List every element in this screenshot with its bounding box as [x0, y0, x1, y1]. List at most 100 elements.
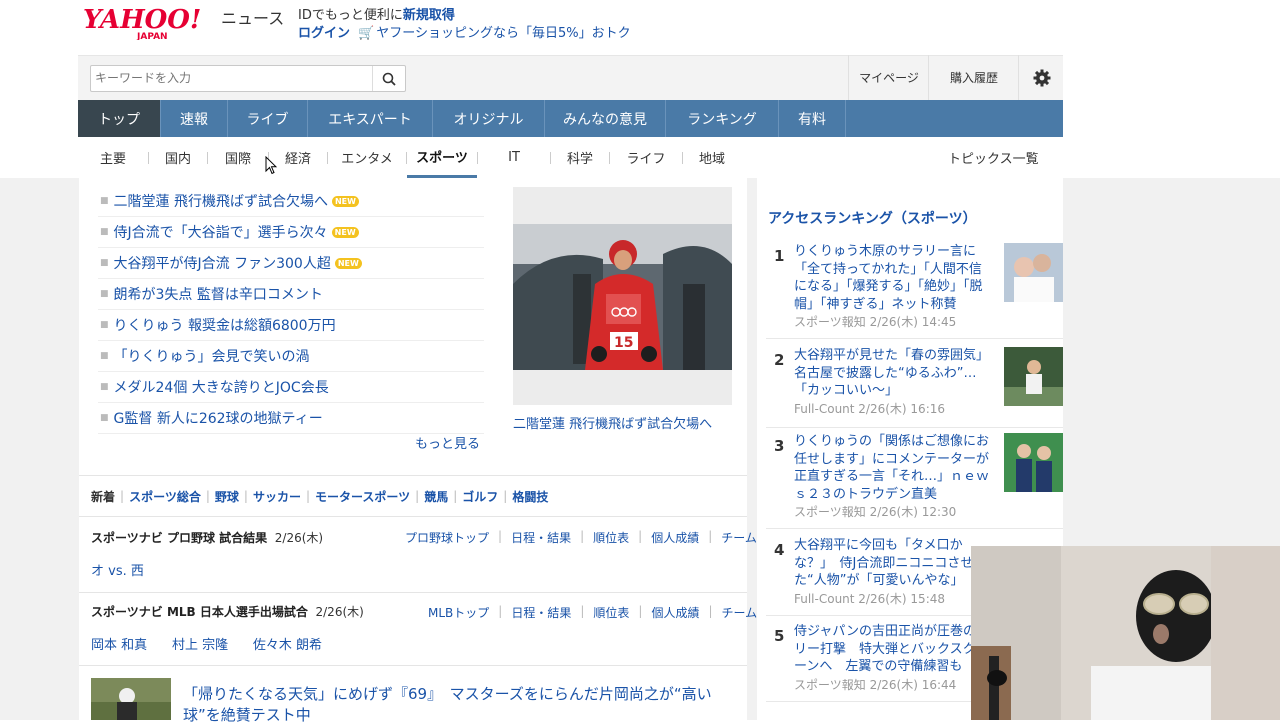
tab-divider: | [120, 489, 125, 503]
ranking-thumbnail[interactable] [1004, 243, 1063, 302]
headline-list: ■ 二階堂蓮 飛行機飛ばず試合欠場へ NEW ■ 侍J合流で「大谷詣で」選手ら次々 NE… [98, 186, 484, 434]
headline-item[interactable]: ■ 「りくりゅう」会見で笑いの渦 [98, 341, 484, 372]
navi-link-schedule[interactable]: 日程・結果 [511, 604, 571, 621]
more-link[interactable]: もっと見る [415, 433, 480, 452]
category-tab-life[interactable]: ライフ [610, 137, 682, 178]
category-tab-world[interactable]: 国際 [208, 137, 268, 178]
sports-tab-golf[interactable]: ゴルフ [462, 488, 498, 505]
main-nav-original[interactable]: オリジナル [433, 100, 545, 137]
headline-item[interactable]: ■ 二階堂蓮 飛行機飛ばず試合欠場へ NEW [98, 186, 484, 217]
ranking-source: Full-Count 2/26(木) 16:16 [794, 402, 946, 416]
headline-item[interactable]: ■ G監督 新人に262球の地獄ティー [98, 403, 484, 434]
headline-text[interactable]: 二階堂蓮 飛行機飛ばず試合欠場へ [114, 191, 328, 211]
headline-text[interactable]: メダル24個 大きな誇りとJOC会長 [114, 377, 329, 397]
sports-tab-baseball[interactable]: 野球 [215, 488, 239, 505]
player-link[interactable]: 佐々木 朗希 [253, 638, 322, 653]
category-tab-sports[interactable]: スポーツ [407, 137, 477, 178]
headline-text[interactable]: りくりゅう 報奨金は総額6800万円 [114, 315, 336, 335]
main-nav: トップ 速報 ライブ エキスパート オリジナル みんなの意見 ランキング 有料 [78, 100, 1063, 137]
main-nav-expert[interactable]: エキスパート [308, 100, 433, 137]
settings-button[interactable] [1018, 55, 1064, 100]
headline-text[interactable]: 大谷翔平が侍J合流 ファン300人超 [114, 253, 331, 273]
feature-photo-caption[interactable]: 二階堂蓮 飛行機飛ばず試合欠場へ [513, 413, 712, 432]
ranking-thumbnail[interactable] [1004, 347, 1063, 406]
link-divider: | [708, 604, 713, 618]
tab-divider: | [305, 489, 310, 503]
ranking-item[interactable]: 2 大谷翔平が見せた「春の雰囲気」名古屋で披露した“ゆるふわ”…「カッコいい～」… [766, 347, 1063, 428]
navi-date: 2/26(木) [274, 531, 324, 545]
navi-link-team[interactable]: チーム [721, 529, 757, 546]
ranking-thumbnail[interactable] [1004, 433, 1063, 492]
ranking-source: スポーツ報知 2/26(木) 16:44 [794, 678, 957, 692]
category-tab-local[interactable]: 地域 [683, 137, 741, 178]
sports-tab-horse-racing[interactable]: 競馬 [424, 488, 448, 505]
mypage-link[interactable]: マイページ [848, 55, 929, 100]
ranking-source: スポーツ報知 2/26(木) 14:45 [794, 315, 957, 329]
navi-title: スポーツナビ MLB 日本人選手出場試合 [91, 605, 308, 619]
shopping-promo-link[interactable]: ヤフーショッピングなら「毎日5%」おトク [376, 26, 630, 41]
category-tab-entertainment[interactable]: エンタメ [328, 137, 406, 178]
service-name: ニュース [221, 9, 284, 28]
ranking-title[interactable]: りくりゅう木原のサラリー言に「全て持ってかれた」「人間不信になる」「爆発する」「… [794, 243, 992, 313]
navi-link-stats[interactable]: 個人成績 [651, 604, 699, 621]
category-tab-main[interactable]: 主要 [78, 137, 148, 178]
game-result-link[interactable]: オ vs. 西 [91, 560, 144, 579]
tab-divider: | [205, 489, 210, 503]
category-tab-domestic[interactable]: 国内 [149, 137, 207, 178]
search-input[interactable] [91, 66, 369, 89]
navi-block-title: スポーツナビ プロ野球 試合結果 2/26(木) [91, 529, 323, 546]
sports-tab-motorsports[interactable]: モータースポーツ [315, 488, 410, 505]
tab-divider: | [243, 489, 248, 503]
headline-text[interactable]: 侍J合流で「大谷詣で」選手ら次々 [114, 222, 328, 242]
category-tab-it[interactable]: IT [478, 137, 550, 178]
login-link[interactable]: ログイン [298, 26, 350, 41]
ranking-title[interactable]: 大谷翔平に今回も「タメ口かな？」 侍J合流即ニコニコさせた“人物”が「可愛いんや… [794, 537, 992, 590]
headline-text[interactable]: G監督 新人に262球の地獄ティー [114, 408, 323, 428]
navi-link-standings[interactable]: 順位表 [593, 604, 629, 621]
ranking-title[interactable]: 大谷翔平が見せた「春の雰囲気」名古屋で披露した“ゆるふわ”…「カッコいい～」 [794, 347, 992, 400]
player-link[interactable]: 村上 宗隆 [172, 638, 228, 653]
navi-link-stats[interactable]: 個人成績 [651, 529, 699, 546]
headline-item[interactable]: ■ りくりゅう 報奨金は総額6800万円 [98, 310, 484, 341]
main-nav-top[interactable]: トップ [78, 100, 161, 137]
search-icon [382, 72, 396, 86]
ranking-title[interactable]: 侍ジャパンの吉田正尚が圧巻のフリー打撃 特大弾とバックスクリーンへ 左翼での守備… [794, 623, 992, 676]
headline-item[interactable]: ■ 朗希が3失点 監督は辛口コメント [98, 279, 484, 310]
headline-item[interactable]: ■ メダル24個 大きな誇りとJOC会長 [98, 372, 484, 403]
navi-link-top[interactable]: MLBトップ [428, 604, 489, 621]
category-tab-science[interactable]: 科学 [551, 137, 609, 178]
yahoo-japan-logo[interactable]: YAHOO! JAPAN ニュース [83, 4, 288, 42]
purchase-history-link[interactable]: 購入履歴 [928, 55, 1019, 100]
ranking-item[interactable]: 1 りくりゅう木原のサラリー言に「全て持ってかれた」「人間不信になる」「爆発する… [766, 243, 1063, 339]
gear-icon [1033, 69, 1050, 86]
tab-divider: | [453, 489, 458, 503]
news-thumbnail[interactable] [91, 678, 171, 720]
headline-text[interactable]: 「りくりゅう」会見で笑いの渦 [114, 346, 310, 366]
navi-link-standings[interactable]: 順位表 [593, 529, 629, 546]
ranking-item[interactable]: 3 りくりゅうの「関係はご想像にお任せします」にコメンテーターが正直すぎる一言「… [766, 433, 1063, 529]
headline-item[interactable]: ■ 大谷翔平が侍J合流 ファン300人超 NEW [98, 248, 484, 279]
category-tab-economy[interactable]: 経済 [269, 137, 327, 178]
main-nav-paid[interactable]: 有料 [779, 100, 846, 137]
topics-list-link[interactable]: トピックス一覧 [948, 148, 1039, 167]
ranking-title[interactable]: りくりゅうの「関係はご想像にお任せします」にコメンテーターが正直すぎる一言「それ… [794, 433, 992, 503]
headline-item[interactable]: ■ 侍J合流で「大谷詣で」選手ら次々 NEW [98, 217, 484, 248]
navi-link-top[interactable]: プロ野球トップ [405, 529, 489, 546]
sports-tab-martial-arts[interactable]: 格闘技 [512, 488, 548, 505]
webcam-video [971, 546, 1280, 720]
navi-link-team[interactable]: チーム [722, 604, 758, 621]
main-nav-live[interactable]: ライブ [228, 100, 308, 137]
headline-text[interactable]: 朗希が3失点 監督は辛口コメント [114, 284, 323, 304]
navi-link-schedule[interactable]: 日程・結果 [511, 529, 571, 546]
player-link[interactable]: 岡本 和真 [91, 638, 147, 653]
sports-tab-general[interactable]: スポーツ総合 [129, 488, 201, 505]
main-nav-ranking[interactable]: ランキング [666, 100, 779, 137]
search-button[interactable] [372, 66, 405, 91]
sports-tab-soccer[interactable]: サッカー [253, 488, 301, 505]
feature-photo[interactable]: 15 [513, 224, 732, 370]
search-box [90, 65, 406, 92]
sports-tab-latest[interactable]: 新着 [91, 488, 115, 505]
signup-link[interactable]: 新規取得 [403, 8, 455, 23]
main-nav-opinions[interactable]: みんなの意見 [545, 100, 666, 137]
main-nav-breaking[interactable]: 速報 [161, 100, 228, 137]
